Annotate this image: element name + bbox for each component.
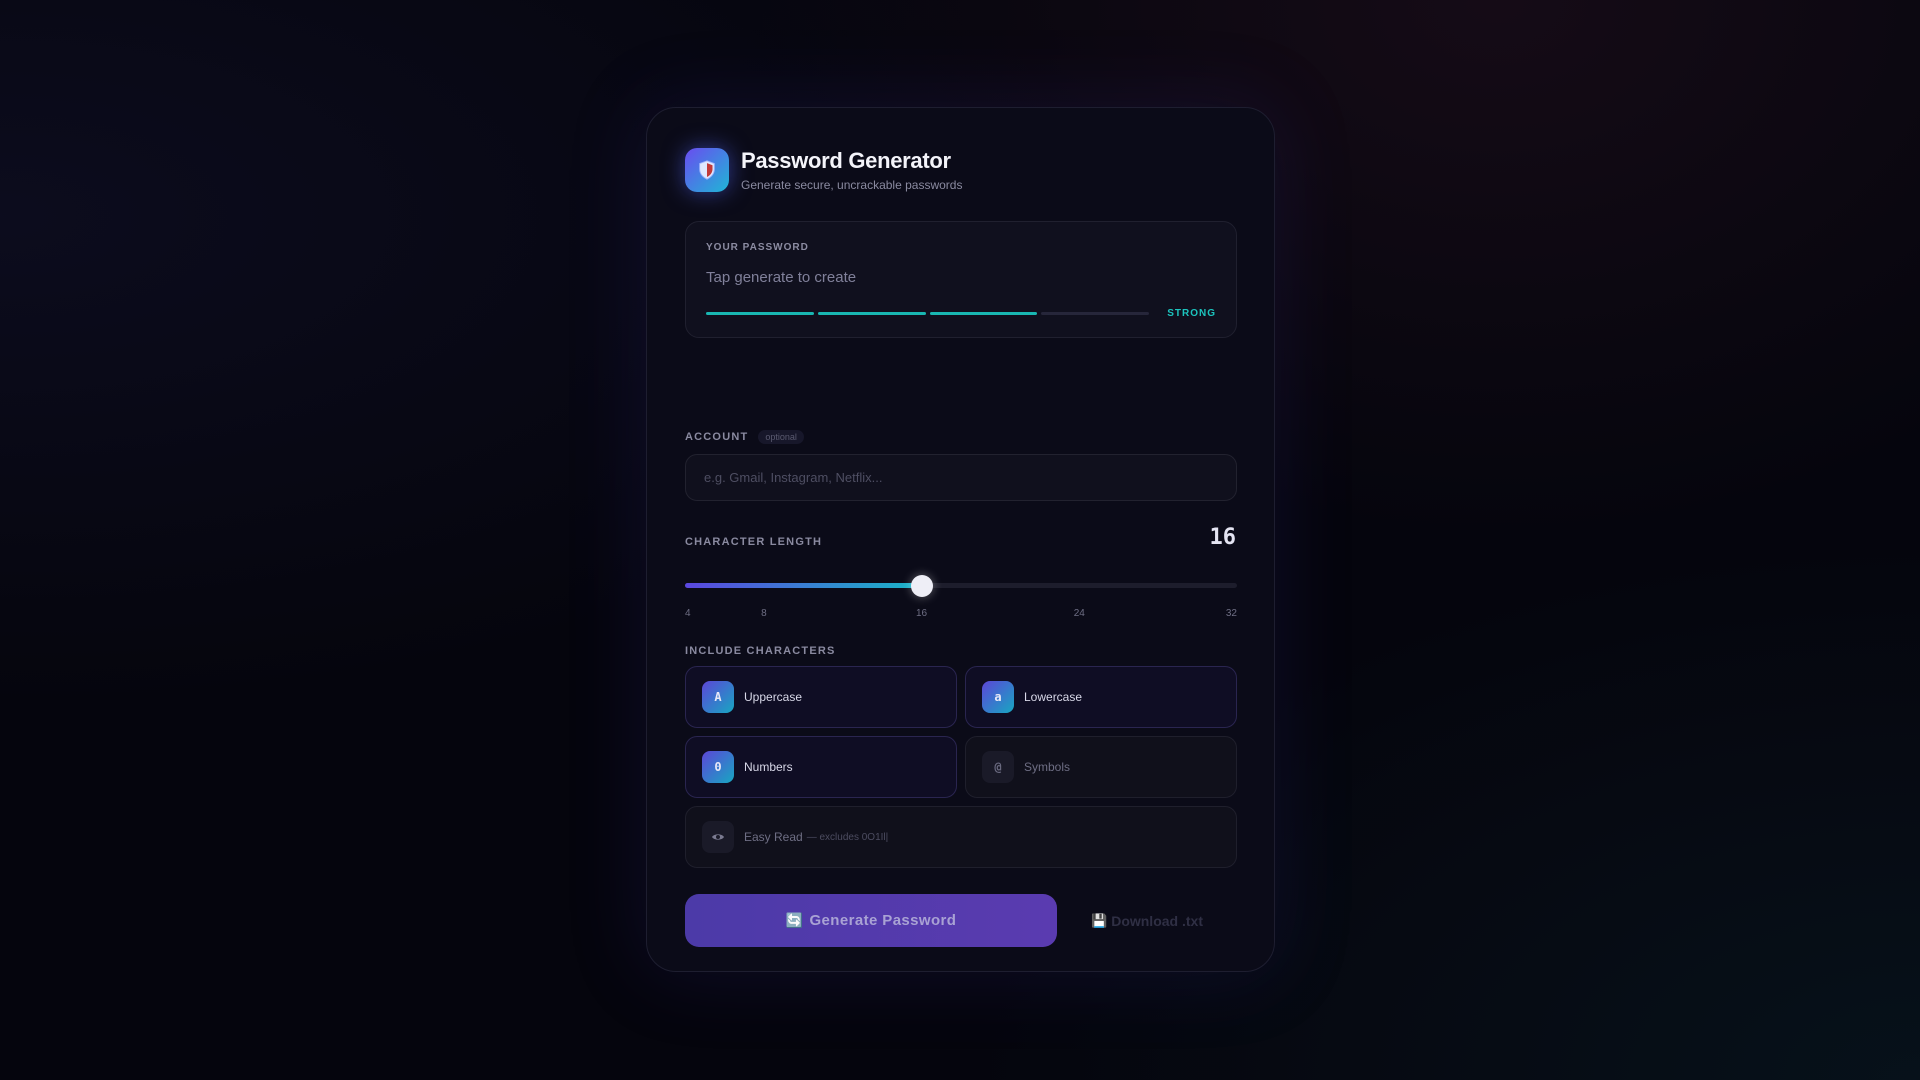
password-value[interactable]: Tap generate to create: [706, 269, 1216, 286]
option-lowercase[interactable]: a Lowercase: [965, 666, 1237, 728]
option-label: Uppercase: [744, 690, 803, 704]
slider-tick: 32: [1225, 608, 1237, 619]
include-label: INCLUDE CHARACTERS: [685, 645, 836, 657]
password-label: YOUR PASSWORD: [706, 242, 809, 253]
numbers-icon: 0: [702, 751, 734, 783]
account-label: ACCOUNT: [685, 431, 749, 443]
slider-thumb[interactable]: [910, 574, 933, 597]
strength-label: STRONG: [1167, 308, 1216, 319]
option-label: Easy Read: [744, 830, 803, 844]
option-easy-read[interactable]: Easy Read — excludes 0O1Il|: [685, 806, 1237, 868]
slider-tick: 8: [761, 608, 767, 619]
option-label: Lowercase: [1024, 690, 1083, 704]
slider-tick: 16: [916, 608, 928, 619]
save-icon: 💾: [1091, 912, 1108, 928]
account-label-row: ACCOUNT optional: [685, 430, 804, 444]
option-symbols[interactable]: @ Symbols: [965, 736, 1237, 798]
download-label: Download .txt: [1111, 912, 1203, 929]
download-button[interactable]: 💾 Download .txt: [1057, 894, 1237, 947]
uppercase-icon: A: [702, 681, 734, 713]
option-uppercase[interactable]: A Uppercase: [685, 666, 957, 728]
option-label: Symbols: [1024, 760, 1071, 774]
app-title: Password Generator: [741, 148, 951, 173]
strength-segment: [817, 312, 926, 315]
slider-fill: [685, 583, 922, 588]
lowercase-icon: a: [982, 681, 1014, 713]
option-label: Numbers: [744, 760, 793, 774]
eye-icon: [702, 821, 734, 853]
option-note: — excludes 0O1Il|: [806, 831, 889, 843]
generate-button[interactable]: 🔄 Generate Password: [685, 894, 1057, 947]
app-subtitle: Generate secure, uncrackable passwords: [741, 178, 963, 192]
length-slider[interactable]: [685, 574, 1237, 597]
strength-meter: STRONG: [706, 308, 1216, 319]
slider-tick: 4: [685, 608, 691, 619]
symbols-icon: @: [982, 751, 1014, 783]
shield-icon: [685, 148, 729, 192]
generate-label: Generate Password: [809, 912, 957, 929]
option-numbers[interactable]: 0 Numbers: [685, 736, 957, 798]
length-label: CHARACTER LENGTH: [685, 536, 823, 548]
strength-segment: [929, 312, 1038, 315]
slider-tick: 24: [1073, 608, 1085, 619]
account-input[interactable]: [685, 454, 1237, 501]
header: Password Generator Generate secure, uncr…: [685, 148, 962, 192]
strength-segment: [706, 312, 814, 315]
optional-badge: optional: [758, 430, 804, 444]
slider-ticks: 4 8 16 24 32: [685, 608, 1237, 622]
generator-card: Password Generator Generate secure, uncr…: [646, 107, 1275, 972]
strength-segment: [1041, 312, 1150, 315]
refresh-icon: 🔄: [785, 912, 804, 928]
length-value: 16: [1209, 525, 1237, 550]
password-display: YOUR PASSWORD Tap generate to create STR…: [685, 221, 1237, 338]
